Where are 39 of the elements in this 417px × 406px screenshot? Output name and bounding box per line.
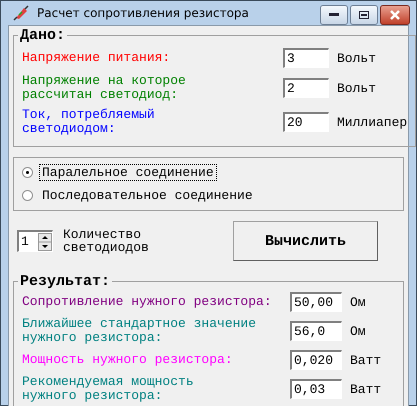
input-field[interactable]: 3 [283,48,329,68]
maximize-button[interactable] [350,5,378,25]
unit-label: Ом [350,294,367,310]
unit-label: Ватт [350,352,382,368]
spin-box[interactable]: 1 [17,230,53,252]
spin-arrows-icon [38,232,52,250]
minimize-icon [329,13,339,17]
group-title: Результат: [19,273,112,290]
led-count-label: Количество светодиодов [63,228,150,254]
group-title: Дано: [19,27,66,44]
input-field[interactable]: 2 [283,78,329,98]
resistor-icon [13,5,29,21]
field-label: Напряжение на которое рассчитан светодиод: [22,74,187,102]
unit-label: Вольт [337,50,378,66]
radio-label[interactable]: Последовательное соединение [39,187,256,204]
field-label: Рекомендуемая мощность нужного резистора: [22,375,195,403]
field-label: Сопротивление нужного резистора: [22,295,273,309]
field-label: Мощность нужного резистора: [22,353,234,367]
field-label: Ближайшее стандартное значение нужного резистора: [22,317,258,345]
window-title: Расчет сопротивления резистора [37,6,250,20]
output-field[interactable]: 0,03 [290,379,342,399]
output-field[interactable]: 0,020 [290,350,342,370]
unit-label: Ом [350,324,367,338]
restore-icon [359,11,369,19]
close-button[interactable] [380,5,410,25]
radio-button[interactable] [22,190,33,201]
field-label: Ток, потребляемый светодиодом: [22,108,156,136]
radio-label[interactable]: Паралельное соединение [39,164,217,181]
unit-label: Ватт [350,382,382,396]
output-field[interactable]: 50,00 [290,292,342,312]
unit-label: Вольт [337,80,378,96]
minimize-button[interactable] [320,5,348,25]
output-field[interactable]: 56,0 [290,321,342,341]
close-icon [389,10,401,20]
field-label: Напряжение питания: [22,51,172,65]
unit-label: Миллиапер [337,114,408,130]
radio-button[interactable] [22,167,33,178]
input-field[interactable]: 20 [283,112,329,132]
calculate-button[interactable]: Вычислить [233,221,378,261]
